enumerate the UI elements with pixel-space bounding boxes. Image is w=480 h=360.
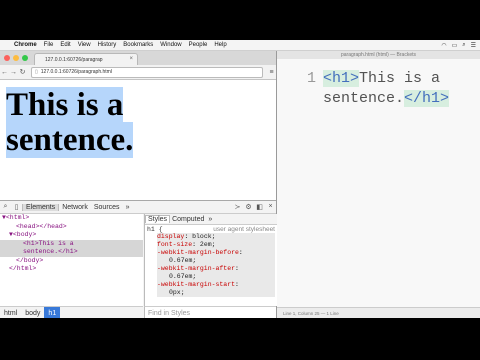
menubar-status-icons: ◠ ▭ ⌕ ☰ bbox=[441, 42, 476, 49]
dom-tree: ▼<html> <head></head> ▼<body> <h1>This i… bbox=[0, 214, 143, 306]
reload-icon[interactable]: ↻ bbox=[18, 68, 27, 76]
devtools-toolbar: ⌕ ▯ Elements Network Sources » ≻ ⚙ ◧ × bbox=[0, 201, 276, 214]
page-viewport: This is a sentence. bbox=[0, 80, 276, 198]
screen: Chrome File Edit View History Bookmarks … bbox=[0, 40, 480, 318]
more-styles-icon[interactable]: » bbox=[206, 216, 214, 223]
code-open-tag: <h1> bbox=[323, 70, 360, 87]
browser-tab[interactable]: 127.0.0.1:60726/paragrap × bbox=[34, 53, 138, 65]
menu-bookmarks[interactable]: Bookmarks bbox=[123, 42, 153, 48]
editor-status-bar: Line 1, Column 25 — 1 Line bbox=[277, 307, 480, 318]
cursor-position: Line 1, Column 25 — 1 Line bbox=[283, 310, 339, 316]
minimize-window-button[interactable] bbox=[13, 55, 19, 61]
browser-toolbar: ← → ↻ ▯ 127.0.0.1:60726/paragraph.html ≡ bbox=[0, 65, 276, 80]
code-text-1: This is a bbox=[359, 70, 441, 87]
console-icon[interactable]: ≻ bbox=[232, 203, 243, 211]
search-icon[interactable]: ⌕ bbox=[462, 42, 465, 49]
dom-node[interactable]: </body> bbox=[0, 257, 143, 266]
zoom-window-button[interactable] bbox=[22, 55, 28, 61]
tab-styles[interactable]: Styles bbox=[145, 215, 171, 223]
rule-properties: display: block; font-size: 2em; -webkit-… bbox=[157, 233, 275, 297]
page-icon: ▯ bbox=[35, 69, 38, 75]
tab-strip: 127.0.0.1:60726/paragrap × bbox=[0, 51, 276, 65]
wifi-icon[interactable]: ◠ bbox=[441, 42, 446, 49]
tab-computed[interactable]: Computed bbox=[170, 216, 206, 223]
dom-node[interactable]: ▼<body> bbox=[0, 231, 143, 240]
menu-file[interactable]: File bbox=[44, 42, 54, 48]
rule-selector[interactable]: h1 { bbox=[147, 226, 163, 233]
code-area[interactable]: 1 <h1>This is a sentence.</h1> bbox=[277, 65, 480, 295]
menu-help[interactable]: Help bbox=[214, 42, 226, 48]
css-property[interactable]: -webkit-margin-start: bbox=[157, 281, 275, 289]
address-bar[interactable]: ▯ 127.0.0.1:60726/paragraph.html bbox=[31, 66, 263, 78]
find-in-styles-input[interactable]: Find in Styles bbox=[144, 306, 276, 318]
inspect-icon[interactable]: ⌕ bbox=[0, 203, 11, 211]
dom-node[interactable]: ▼<html> bbox=[0, 214, 143, 223]
menu-chrome[interactable]: Chrome bbox=[14, 42, 37, 48]
dom-node-selected[interactable]: <h1>This is a bbox=[0, 239, 143, 248]
chrome-window: 127.0.0.1:60726/paragrap × ← → ↻ ▯ 127.0… bbox=[0, 51, 277, 318]
devtools-panel: ⌕ ▯ Elements Network Sources » ≻ ⚙ ◧ × ▼… bbox=[0, 200, 277, 318]
rule-source: user agent stylesheet bbox=[213, 226, 275, 233]
forward-icon[interactable]: → bbox=[9, 69, 18, 76]
page-heading: This is a sentence. bbox=[6, 87, 206, 158]
crumb-html[interactable]: html bbox=[0, 310, 21, 317]
css-property-value[interactable]: 0.67em; bbox=[157, 257, 275, 265]
tab-sources[interactable]: Sources bbox=[91, 204, 123, 211]
menu-people[interactable]: People bbox=[189, 42, 208, 48]
url-text: 127.0.0.1:60726/paragraph.html bbox=[40, 69, 112, 75]
code-content[interactable]: <h1>This is a sentence.</h1> bbox=[323, 69, 450, 109]
device-icon[interactable]: ▯ bbox=[11, 203, 22, 211]
menu-window[interactable]: Window bbox=[160, 42, 181, 48]
styles-pane: Styles Computed » h1 { user agent styles… bbox=[144, 214, 277, 306]
dom-node[interactable]: </html> bbox=[0, 265, 143, 274]
css-property-value[interactable]: 0px; bbox=[157, 289, 275, 297]
tab-elements[interactable]: Elements bbox=[22, 203, 60, 211]
styles-tabs: Styles Computed » bbox=[145, 214, 277, 225]
dom-node[interactable]: <head></head> bbox=[0, 223, 143, 232]
menu-edit[interactable]: Edit bbox=[60, 42, 70, 48]
brackets-editor: paragraph.html (html) — Brackets 1 <h1>T… bbox=[277, 51, 480, 318]
close-window-button[interactable] bbox=[4, 55, 10, 61]
css-rule: h1 { user agent stylesheet display: bloc… bbox=[145, 225, 277, 298]
find-placeholder: Find in Styles bbox=[148, 309, 191, 317]
close-devtools-icon[interactable]: × bbox=[265, 203, 276, 211]
tab-title: 127.0.0.1:60726/paragrap bbox=[45, 56, 103, 63]
mac-menu-bar: Chrome File Edit View History Bookmarks … bbox=[0, 40, 480, 51]
css-property-value[interactable]: 0.67em; bbox=[157, 273, 275, 281]
more-tabs-icon[interactable]: » bbox=[123, 204, 133, 211]
editor-title: paragraph.html (html) — Brackets bbox=[277, 51, 480, 59]
heading-line-1: This is a bbox=[6, 87, 124, 123]
battery-icon[interactable]: ▭ bbox=[452, 42, 458, 49]
heading-line-2: sentence. bbox=[6, 122, 134, 158]
menu-view[interactable]: View bbox=[78, 42, 91, 48]
css-property[interactable]: font-size: 2em; bbox=[157, 241, 275, 249]
menu-history[interactable]: History bbox=[98, 42, 117, 48]
gear-icon[interactable]: ⚙ bbox=[243, 203, 254, 211]
window-controls bbox=[4, 55, 28, 61]
css-property[interactable]: display: block; bbox=[157, 233, 275, 241]
css-property[interactable]: -webkit-margin-after: bbox=[157, 265, 275, 273]
breadcrumb: html body h1 bbox=[0, 306, 143, 318]
list-icon[interactable]: ☰ bbox=[471, 42, 476, 49]
dock-icon[interactable]: ◧ bbox=[254, 203, 265, 211]
devtools-actions: ≻ ⚙ ◧ × bbox=[232, 203, 276, 211]
back-icon[interactable]: ← bbox=[0, 69, 9, 76]
css-property[interactable]: -webkit-margin-before: bbox=[157, 249, 275, 257]
dom-node-selected-cont[interactable]: sentence.</h1> bbox=[0, 248, 143, 257]
code-text-2: sentence. bbox=[323, 90, 405, 107]
line-number: 1 bbox=[307, 70, 317, 87]
crumb-body[interactable]: body bbox=[21, 310, 44, 317]
close-tab-icon[interactable]: × bbox=[129, 56, 133, 62]
tab-network[interactable]: Network bbox=[59, 204, 91, 211]
code-close-tag: </h1> bbox=[404, 90, 450, 107]
crumb-h1[interactable]: h1 bbox=[44, 307, 61, 318]
menu-icon[interactable]: ≡ bbox=[267, 69, 276, 76]
